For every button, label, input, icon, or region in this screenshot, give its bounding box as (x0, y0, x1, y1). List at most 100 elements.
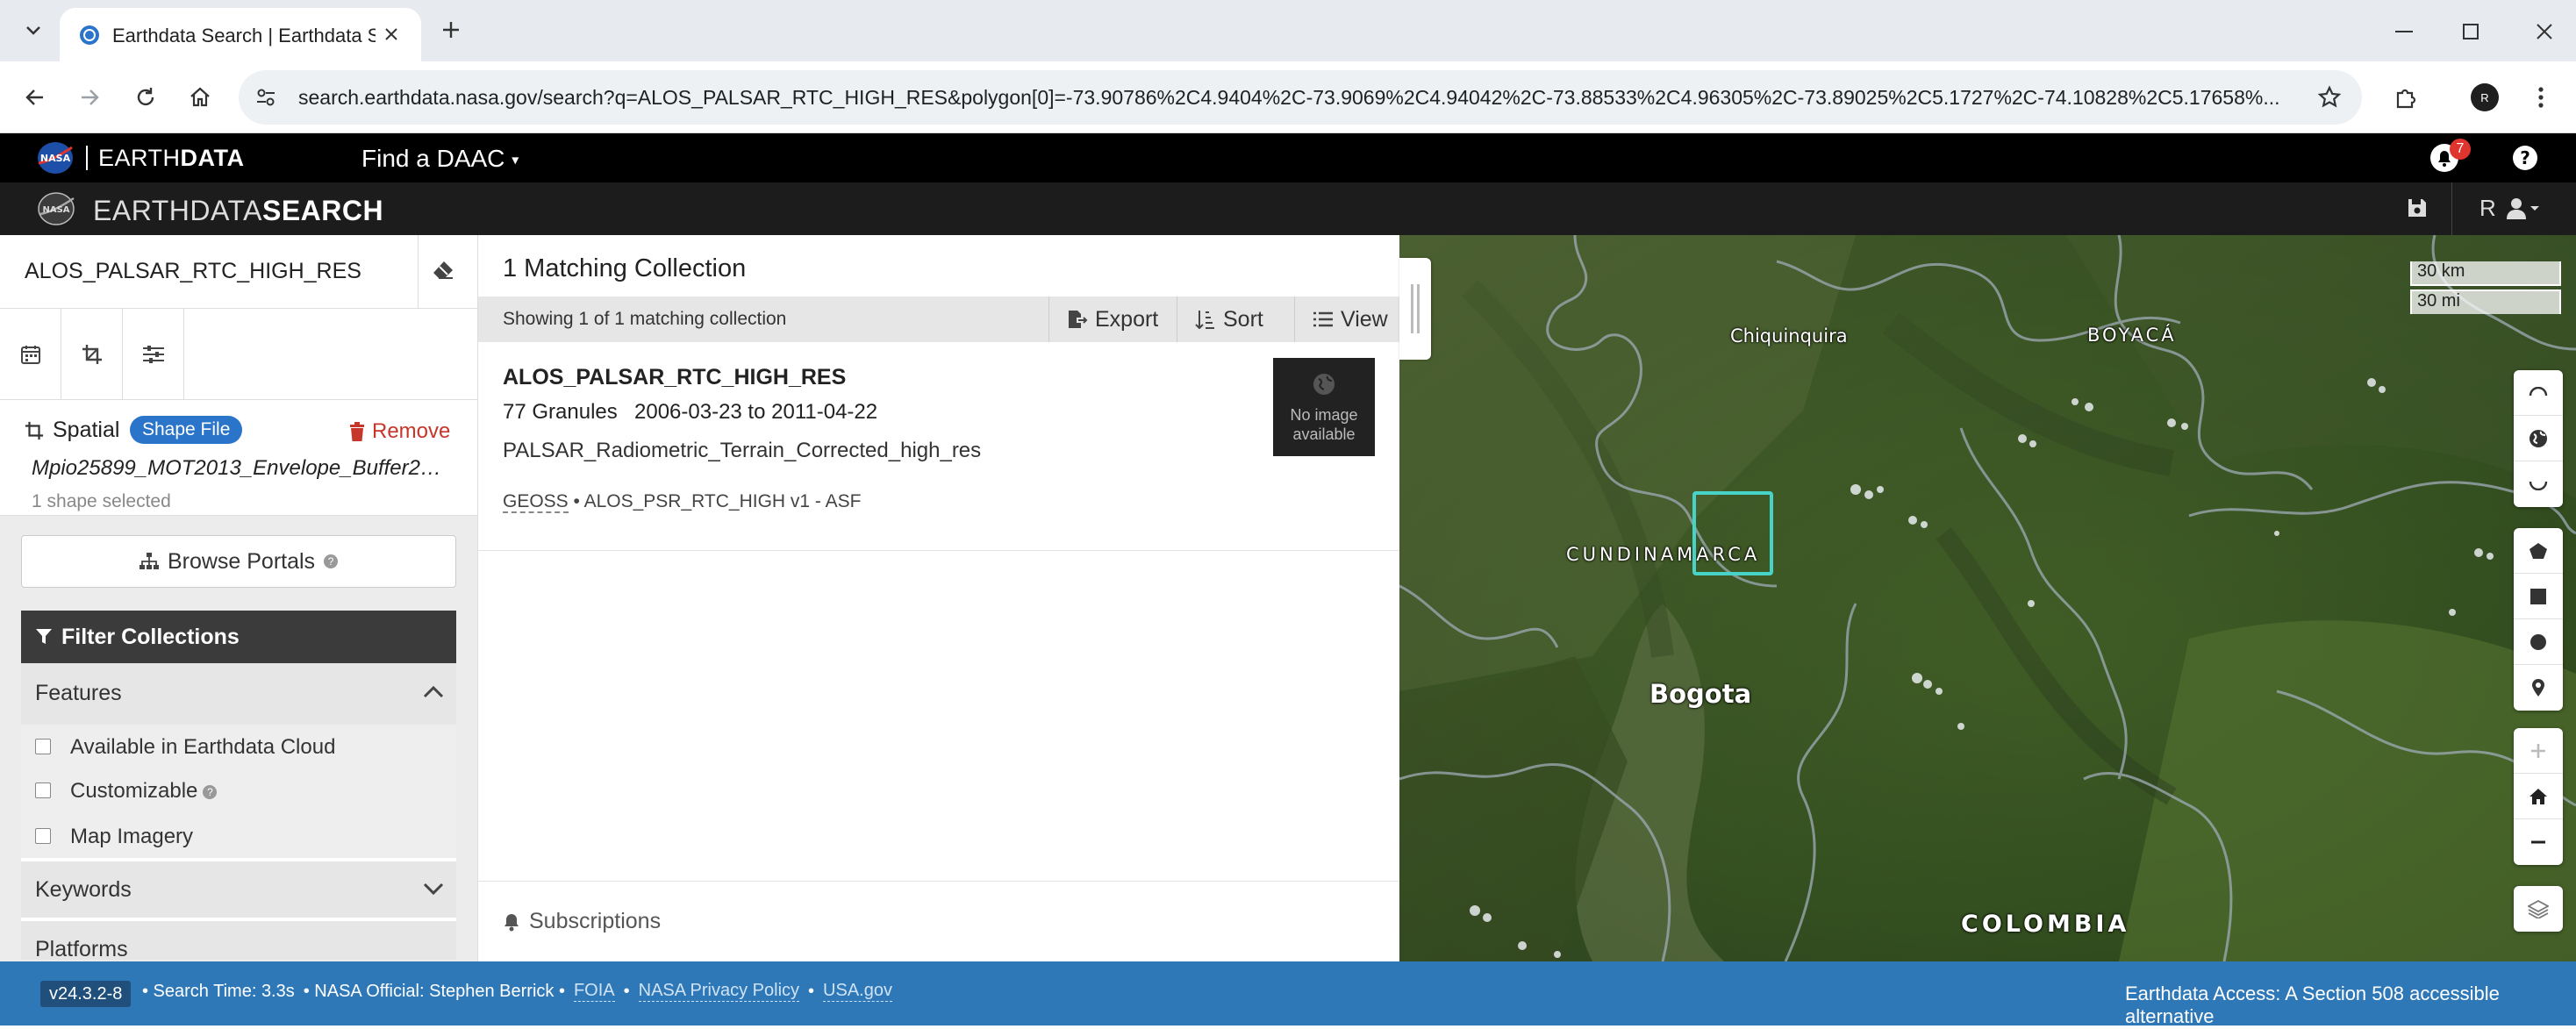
privacy-policy-link[interactable]: NASA Privacy Policy (638, 981, 800, 1002)
geoss-badge[interactable]: GEOSS (503, 491, 569, 513)
checkbox-box[interactable] (35, 782, 51, 798)
accessible-alternative-link[interactable]: Earthdata Access: A Section 508 accessib… (2125, 983, 2576, 1029)
results-title: 1 Matching Collection (503, 254, 747, 282)
temporal-calendar-icon[interactable] (0, 309, 61, 400)
earthdata-wordmark[interactable]: EARTHDATA (98, 145, 245, 172)
usa-gov-link[interactable]: USA.gov (823, 981, 892, 1002)
chevron-down-icon (423, 883, 444, 896)
checkbox-box[interactable] (35, 828, 51, 844)
save-project-icon[interactable] (2406, 197, 2432, 223)
remove-spatial-button[interactable]: Remove (349, 419, 450, 444)
draw-point-marker-icon[interactable] (2514, 665, 2563, 711)
header-divider (2451, 182, 2452, 235)
subscriptions-button[interactable]: Subscriptions (478, 881, 1399, 961)
collection-description: PALSAR_Radiometric_Terrain_Corrected_hig… (503, 439, 982, 462)
browser-tab[interactable]: Earthdata Search | Earthdata Search (60, 8, 421, 61)
svg-text:NASA: NASA (42, 205, 69, 215)
bell-icon (504, 913, 519, 931)
no-image-text: No image available (1290, 406, 1358, 443)
foia-link[interactable]: FOIA (573, 981, 615, 1002)
close-window-icon[interactable] (2527, 14, 2562, 49)
home-icon[interactable] (182, 80, 218, 115)
features-section-header[interactable]: Features (21, 663, 456, 725)
map-label-chiquinquira: Chiquinquira (1730, 325, 1848, 347)
zoom-out-icon[interactable] (2514, 819, 2563, 865)
checkbox-label: Customizable? (70, 779, 218, 804)
notifications-bell-icon[interactable]: 7 (2429, 139, 2471, 177)
user-account-dropdown[interactable]: R (2479, 195, 2540, 222)
new-tab-icon[interactable] (435, 14, 467, 46)
checkbox-customizable[interactable]: Customizable? (21, 768, 456, 814)
chevron-up-icon (423, 685, 444, 698)
reload-icon[interactable] (128, 80, 163, 115)
sort-button[interactable]: Sort (1177, 297, 1294, 342)
keyword-search-input[interactable]: ALOS_PALSAR_RTC_HIGH_RES (25, 259, 361, 284)
sort-icon (1195, 311, 1214, 329)
shape-file-badge: Shape File (130, 416, 243, 444)
collection-meta: GEOSS • ALOS_PSR_RTC_HIGH v1 - ASF (503, 491, 862, 513)
nasa-meatball-logo-icon[interactable]: NASA (35, 140, 75, 175)
earthdata-search-wordmark[interactable]: EARTHDATASEARCH (93, 195, 383, 227)
collection-result-item[interactable]: ALOS_PALSAR_RTC_HIGH_RES 77 Granules 200… (478, 342, 1399, 551)
profile-avatar[interactable]: R (2471, 83, 2499, 111)
footer-dot: • (808, 981, 815, 1001)
view-button[interactable]: View (1294, 297, 1399, 342)
browser-menu-icon[interactable] (2523, 80, 2558, 115)
shape-count: 1 shape selected (32, 491, 171, 511)
results-count-text: Showing 1 of 1 matching collection (503, 309, 787, 329)
tab-close-icon[interactable] (377, 20, 405, 48)
globe-icon (1313, 374, 1335, 395)
satellite-basemap (1399, 235, 2576, 961)
draw-polygon-icon[interactable] (2514, 528, 2563, 574)
help-question-icon[interactable]: ? (2511, 144, 2539, 172)
keyword-divider (418, 235, 419, 309)
spatial-selection-shape[interactable] (1692, 491, 1773, 575)
help-circle-icon[interactable]: ? (203, 784, 218, 799)
north-polar-projection-icon[interactable] (2514, 370, 2563, 416)
nasa-official: • NASA Official: Stephen Berrick • (303, 981, 565, 1001)
nasa-worm-logo-icon[interactable]: NASA (35, 191, 77, 226)
collection-meta-text: • ALOS_PSR_RTC_HIGH v1 - ASF (568, 491, 862, 511)
browse-portals-button[interactable]: Browse Portals ? (21, 535, 456, 588)
map-label-boyaca: BOYACÁ (2087, 325, 2177, 346)
extensions-puzzle-icon[interactable] (2388, 80, 2423, 115)
tab-search-chevron-icon[interactable] (16, 13, 51, 48)
notification-count-badge: 7 (2450, 139, 2471, 160)
checkbox-earthdata-cloud[interactable]: Available in Earthdata Cloud (21, 725, 456, 768)
checkbox-label: Available in Earthdata Cloud (70, 735, 336, 759)
advanced-search-sliders-icon[interactable] (123, 309, 184, 400)
page-footer: v24.3.2-8 • Search Time: 3.3s • NASA Off… (0, 961, 2576, 1029)
browser-tab-bar: Earthdata Search | Earthdata Search (0, 0, 2576, 61)
draw-rectangle-icon[interactable] (2514, 574, 2563, 619)
south-polar-projection-icon[interactable] (2514, 461, 2563, 507)
bookmark-star-icon[interactable] (2315, 82, 2344, 112)
platforms-section-header[interactable]: Platforms (21, 919, 456, 960)
minimize-window-icon[interactable] (2386, 14, 2422, 49)
geographic-globe-icon[interactable] (2514, 416, 2563, 461)
back-arrow-icon[interactable] (18, 80, 53, 115)
panel-resize-handle[interactable] (1399, 258, 1431, 360)
spatial-crop-icon[interactable] (61, 309, 123, 400)
draw-circle-icon[interactable] (2514, 619, 2563, 665)
address-bar[interactable]: search.earthdata.nasa.gov/search?q=ALOS_… (239, 70, 2362, 125)
projection-controls (2514, 370, 2563, 507)
export-button[interactable]: Export (1048, 297, 1177, 342)
zoom-in-icon[interactable] (2514, 728, 2563, 774)
map-view[interactable]: Chiquinquira BOYACÁ CUNDINAMARCA Bogota … (1399, 235, 2576, 961)
results-toolbar: Showing 1 of 1 matching collection Expor… (478, 297, 1399, 342)
checkbox-box[interactable] (35, 739, 51, 754)
help-circle-icon[interactable]: ? (324, 554, 339, 568)
keywords-section-header[interactable]: Keywords (21, 860, 456, 918)
url-text[interactable]: search.earthdata.nasa.gov/search?q=ALOS_… (298, 86, 2290, 110)
collection-title[interactable]: ALOS_PALSAR_RTC_HIGH_RES (503, 365, 846, 390)
home-extent-icon[interactable] (2514, 774, 2563, 819)
eraser-clear-icon[interactable] (432, 260, 460, 284)
forward-arrow-icon[interactable] (72, 80, 107, 115)
checkbox-map-imagery[interactable]: Map Imagery (21, 814, 456, 858)
maximize-window-icon[interactable] (2453, 14, 2488, 49)
export-file-icon (1069, 311, 1088, 328)
layers-control (2514, 886, 2563, 932)
layers-stack-icon[interactable] (2514, 886, 2563, 932)
find-a-daac-dropdown[interactable]: Find a DAAC ▾ (361, 145, 519, 173)
site-info-icon[interactable] (253, 84, 279, 111)
